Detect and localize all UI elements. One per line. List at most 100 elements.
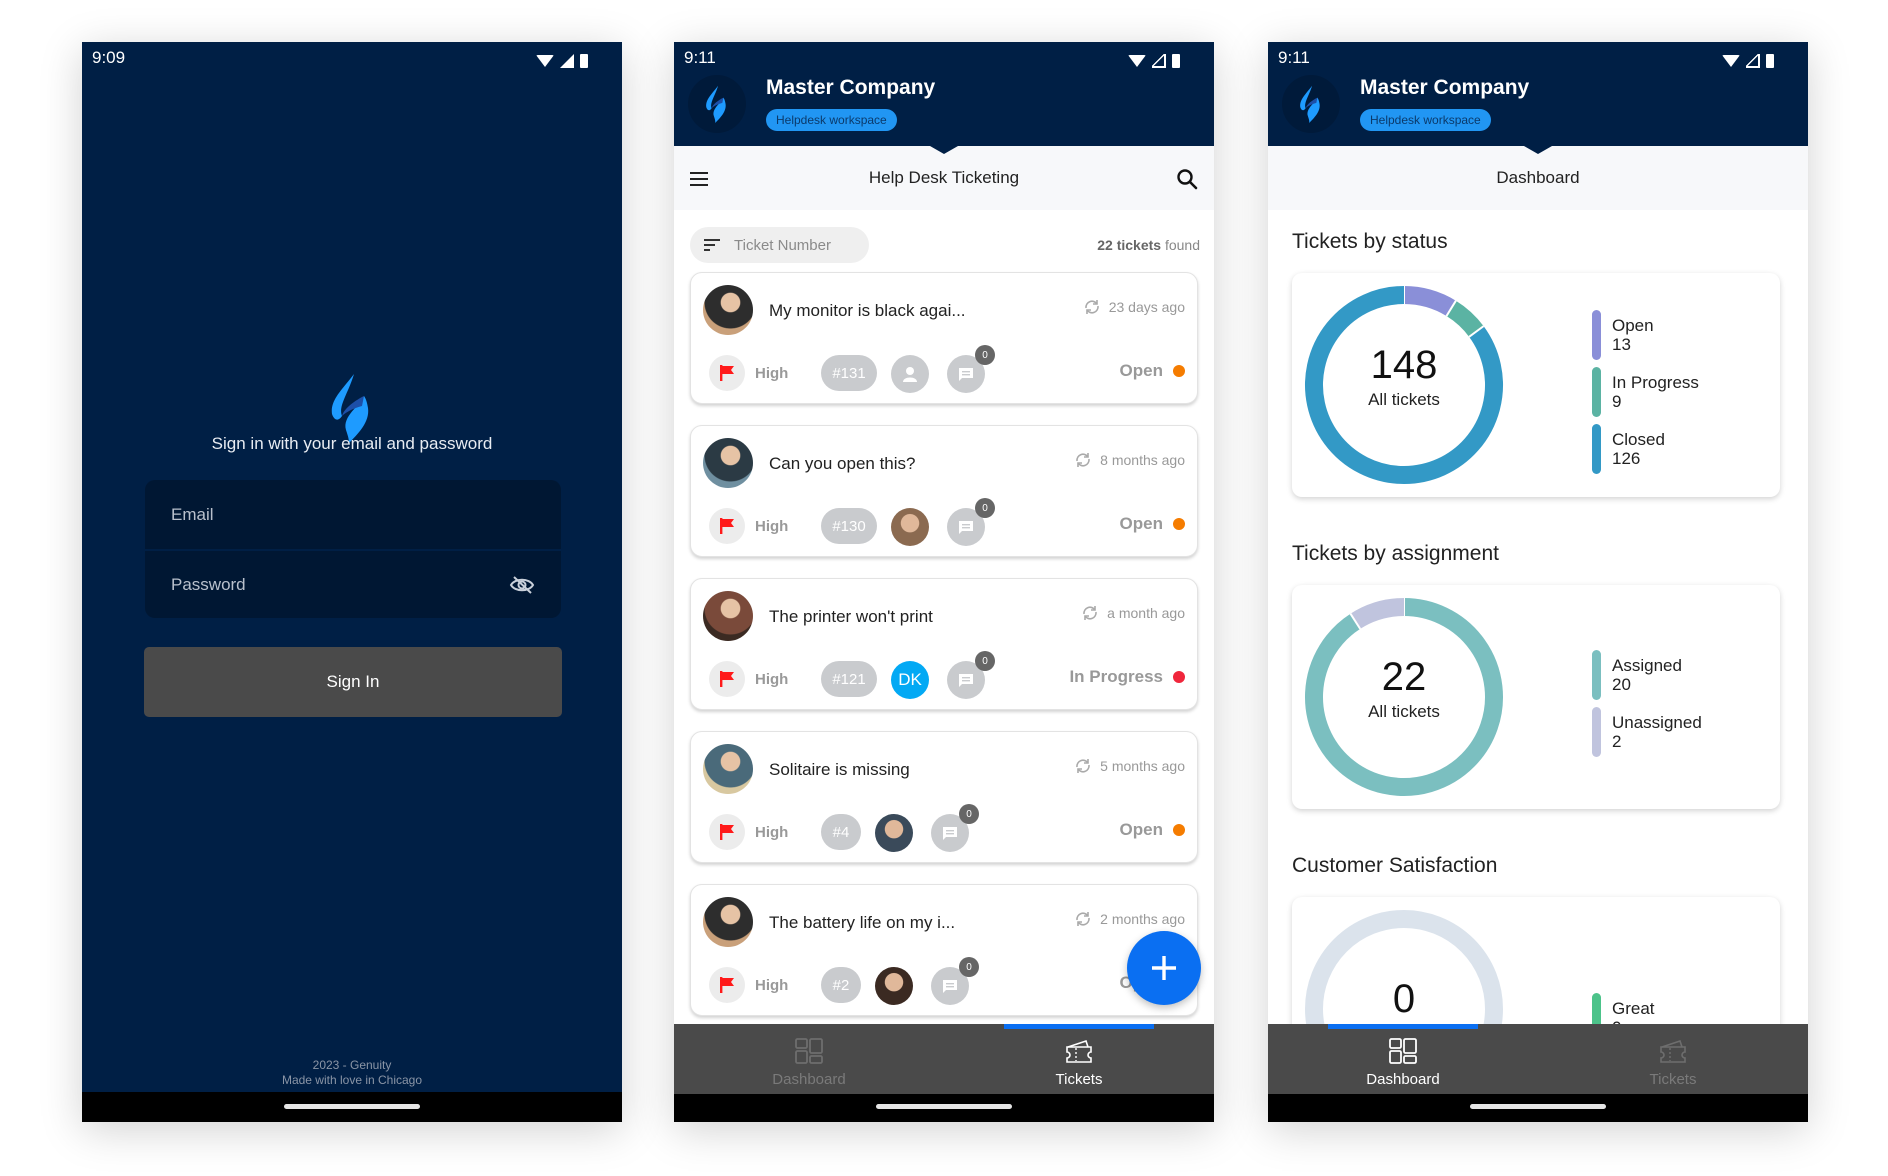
priority-indicator: High bbox=[709, 355, 788, 391]
battery-icon bbox=[1172, 54, 1180, 68]
title-bar: Dashboard bbox=[1268, 146, 1808, 210]
legend-swatch bbox=[1592, 366, 1601, 417]
unassigned-avatar[interactable] bbox=[891, 355, 929, 393]
comments-button[interactable]: 0 bbox=[947, 498, 995, 546]
comments-button[interactable]: 0 bbox=[947, 651, 995, 699]
ticket-status: Open bbox=[1120, 820, 1185, 840]
legend-item: Assigned 20 bbox=[1592, 650, 1702, 700]
home-indicator[interactable] bbox=[1470, 1104, 1606, 1109]
workspace-badge[interactable]: Helpdesk workspace bbox=[766, 109, 897, 131]
comments-button[interactable]: 0 bbox=[931, 957, 979, 1005]
status-dot bbox=[1173, 365, 1185, 377]
ticket-card[interactable]: The battery life on my i... 2 months ago… bbox=[690, 884, 1198, 1016]
home-indicator[interactable] bbox=[284, 1104, 420, 1109]
priority-label: High bbox=[755, 364, 789, 382]
legend-value: 126 bbox=[1612, 448, 1641, 468]
ticket-number-badge: #131 bbox=[821, 355, 877, 391]
footer-tagline: Made with love in Chicago bbox=[281, 1073, 423, 1087]
password-field[interactable]: Password bbox=[145, 549, 561, 618]
ticket-card[interactable]: The printer won't print a month ago High… bbox=[690, 578, 1198, 710]
email-field[interactable]: Email bbox=[145, 480, 561, 549]
priority-flag-button[interactable] bbox=[709, 508, 745, 544]
donut-total: 22 bbox=[1381, 655, 1427, 699]
legend-label: Great bbox=[1612, 999, 1655, 1018]
nav-tab-dashboard[interactable]: Dashboard bbox=[1268, 1024, 1538, 1094]
comments-button[interactable]: 0 bbox=[947, 345, 995, 393]
system-nav-bar bbox=[82, 1092, 622, 1122]
ticket-number-badge: #2 bbox=[821, 967, 861, 1003]
company-logo[interactable] bbox=[1282, 75, 1340, 133]
comment-count-badge: 0 bbox=[975, 651, 995, 671]
legend-label: In Progress bbox=[1612, 372, 1699, 392]
donut-center: 22 All tickets bbox=[1302, 655, 1506, 722]
priority-label: High bbox=[755, 823, 789, 841]
priority-flag-button[interactable] bbox=[709, 967, 745, 1003]
filter-row: Ticket Number 22 tickets found bbox=[690, 227, 1200, 263]
ticket-time: 8 months ago bbox=[1100, 452, 1185, 468]
nav-tab-dashboard[interactable]: Dashboard bbox=[674, 1024, 944, 1094]
comment-count-badge: 0 bbox=[975, 345, 995, 365]
search-icon[interactable] bbox=[1176, 168, 1198, 190]
comment-count-badge: 0 bbox=[975, 498, 995, 518]
ticket-time: 5 months ago bbox=[1100, 758, 1185, 774]
plus-icon bbox=[1152, 956, 1176, 980]
add-ticket-button[interactable] bbox=[1127, 931, 1201, 1005]
priority-flag-button[interactable] bbox=[709, 355, 745, 391]
nav-label: Tickets bbox=[1649, 1071, 1697, 1088]
ticket-card[interactable]: Solitaire is missing 5 months ago High #… bbox=[690, 731, 1198, 863]
flag-icon bbox=[720, 518, 734, 534]
ticket-number-filter[interactable]: Ticket Number bbox=[690, 227, 869, 263]
assignee-avatar[interactable] bbox=[875, 967, 913, 1005]
home-indicator[interactable] bbox=[876, 1104, 1012, 1109]
donut-slice-open[interactable] bbox=[1403, 286, 1456, 317]
comment-icon bbox=[943, 980, 957, 993]
ticket-card[interactable]: My monitor is black agai... 23 days ago … bbox=[690, 272, 1198, 404]
status-time: 9:09 bbox=[92, 48, 126, 67]
status-time: 9:11 bbox=[1278, 48, 1310, 67]
assignee-avatar[interactable] bbox=[875, 814, 913, 852]
title-bar: Help Desk Ticketing bbox=[674, 146, 1214, 210]
priority-flag-button[interactable] bbox=[709, 661, 745, 697]
dashboard-content: Tickets by status 148 All tickets Open 13… bbox=[1268, 210, 1808, 1024]
comment-icon bbox=[959, 521, 973, 534]
app-header: 9:11 Master Company Helpdesk workspace bbox=[674, 42, 1214, 146]
ticket-card[interactable]: Can you open this? 8 months ago High #13… bbox=[690, 425, 1198, 557]
legend-item: Open 13 bbox=[1592, 309, 1699, 360]
ticket-number-badge: #4 bbox=[821, 814, 861, 850]
battery-icon bbox=[580, 54, 588, 68]
ticket-icon bbox=[1066, 1039, 1092, 1063]
company-logo[interactable] bbox=[688, 75, 746, 133]
header-notch bbox=[930, 146, 958, 154]
workspace-badge[interactable]: Helpdesk workspace bbox=[1360, 109, 1491, 131]
chart-legend: Assigned 20 Unassigned 2 bbox=[1592, 650, 1702, 764]
nav-tab-tickets[interactable]: Tickets bbox=[944, 1024, 1214, 1094]
donut-center-label: All tickets bbox=[1368, 390, 1440, 409]
wifi-icon bbox=[1722, 55, 1740, 67]
ticket-number-badge: #130 bbox=[821, 508, 877, 544]
tickets-count-suffix: found bbox=[1161, 237, 1200, 253]
priority-indicator: High bbox=[709, 508, 788, 544]
chart-card: 148 All tickets Open 13 In Progress 9 Cl… bbox=[1292, 273, 1780, 497]
password-placeholder: Password bbox=[171, 574, 246, 594]
login-heading: Sign in with your email and password bbox=[211, 434, 493, 453]
menu-icon[interactable] bbox=[690, 172, 708, 186]
status-dot bbox=[1173, 824, 1185, 836]
assignee-avatar[interactable]: DK bbox=[891, 661, 929, 699]
donut-slice-unassigned[interactable] bbox=[1350, 598, 1405, 630]
chart-card: 22 All tickets Assigned 20 Unassigned 2 bbox=[1292, 585, 1780, 809]
priority-flag-button[interactable] bbox=[709, 814, 745, 850]
assignee-avatar[interactable] bbox=[891, 508, 929, 546]
comments-button[interactable]: 0 bbox=[931, 804, 979, 852]
nav-tab-tickets[interactable]: Tickets bbox=[1538, 1024, 1808, 1094]
sign-in-button[interactable]: Sign In bbox=[144, 647, 562, 717]
eye-off-icon[interactable] bbox=[509, 575, 535, 595]
email-placeholder: Email bbox=[171, 504, 214, 524]
ticket-time: 23 days ago bbox=[1108, 299, 1185, 315]
requester-avatar bbox=[703, 285, 753, 335]
comment-icon bbox=[943, 827, 957, 840]
system-nav-bar bbox=[1268, 1092, 1808, 1122]
flag-icon bbox=[720, 977, 734, 993]
legend-label: Open bbox=[1612, 315, 1654, 335]
donut-slice-in-progress[interactable] bbox=[1446, 300, 1484, 338]
sort-icon bbox=[704, 239, 720, 251]
